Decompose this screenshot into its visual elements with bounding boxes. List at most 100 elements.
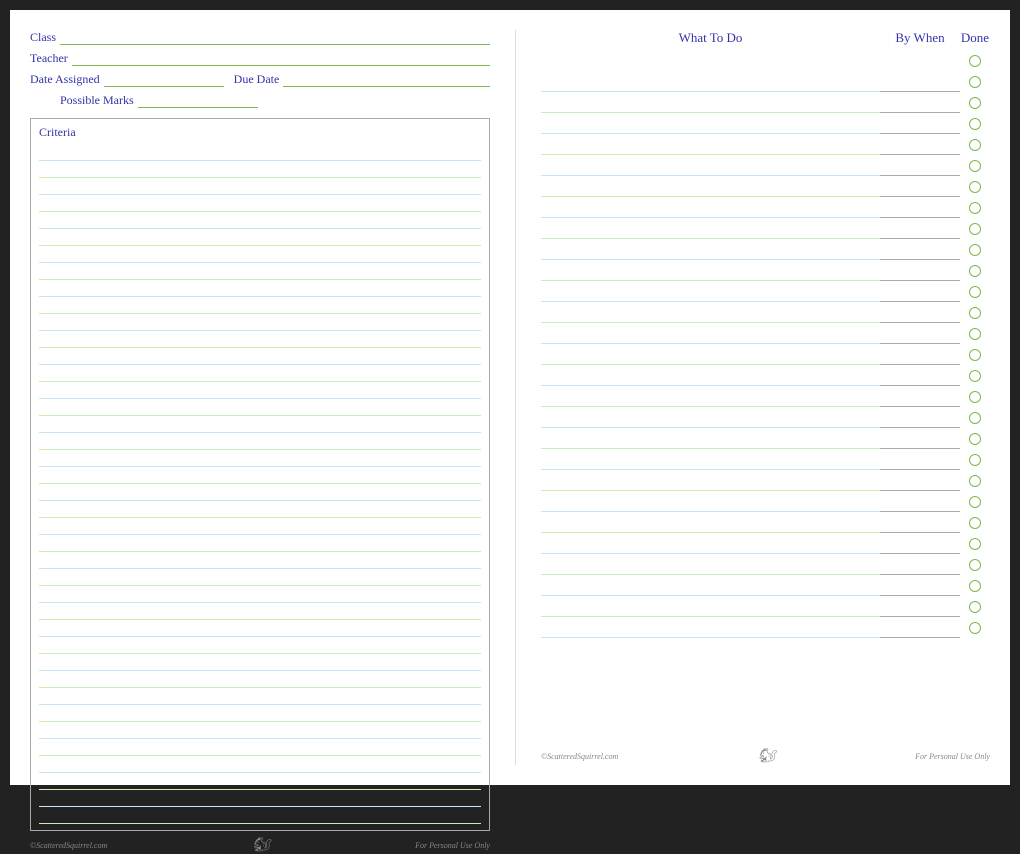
task-line-area (541, 407, 880, 428)
bywhen-line (880, 554, 960, 575)
bywhen-line (880, 323, 960, 344)
task-line-area (541, 323, 880, 344)
done-circle[interactable] (969, 181, 981, 193)
right-footer: ©ScatteredSquirrel.com 🐿 For Personal Us… (541, 748, 990, 765)
done-circle[interactable] (969, 349, 981, 361)
done-circle[interactable] (969, 265, 981, 277)
criteria-line-pair (39, 688, 481, 722)
done-circle[interactable] (969, 517, 981, 529)
criteria-line-pair (39, 212, 481, 246)
bywhen-line (880, 491, 960, 512)
bywhen-line (880, 197, 960, 218)
done-circle-cell (960, 344, 990, 365)
criteria-line-green (39, 399, 481, 416)
criteria-line-green (39, 603, 481, 620)
criteria-line-blue (39, 518, 481, 535)
date-row: Date Assigned Due Date (30, 72, 490, 87)
done-circle[interactable] (969, 286, 981, 298)
criteria-line-green (39, 467, 481, 484)
task-row (541, 470, 990, 491)
criteria-line-blue (39, 314, 481, 331)
criteria-line-blue (39, 178, 481, 195)
date-assigned-label: Date Assigned (30, 72, 100, 87)
done-circle[interactable] (969, 202, 981, 214)
criteria-line-pair (39, 382, 481, 416)
task-line-area (541, 92, 880, 113)
task-row (541, 134, 990, 155)
task-line-area (541, 617, 880, 638)
page-wrapper: Class Teacher Date Assigned Due Date Pos… (10, 10, 1010, 785)
done-circle-cell (960, 533, 990, 554)
criteria-label: Criteria (39, 125, 481, 140)
criteria-line-green (39, 331, 481, 348)
done-circle-cell (960, 155, 990, 176)
criteria-line-pair (39, 450, 481, 484)
task-row (541, 50, 990, 71)
criteria-line-blue (39, 212, 481, 229)
bywhen-line (880, 533, 960, 554)
criteria-line-green (39, 569, 481, 586)
task-line-area (541, 260, 880, 281)
done-circle[interactable] (969, 370, 981, 382)
done-circle[interactable] (969, 412, 981, 424)
task-row (541, 281, 990, 302)
done-circle[interactable] (969, 622, 981, 634)
left-footer-squirrel-icon: 🐿 (252, 837, 270, 854)
bywhen-line (880, 155, 960, 176)
task-line-area (541, 302, 880, 323)
criteria-line-pair (39, 348, 481, 382)
task-row (541, 617, 990, 638)
done-circle[interactable] (969, 454, 981, 466)
possible-marks-line (138, 94, 258, 108)
done-circle-cell (960, 113, 990, 134)
task-rows (541, 50, 990, 744)
left-footer-copyright: ©ScatteredSquirrel.com (30, 841, 107, 850)
done-circle[interactable] (969, 559, 981, 571)
done-circle[interactable] (969, 97, 981, 109)
criteria-lines (39, 144, 481, 824)
class-line (60, 31, 490, 45)
done-circle[interactable] (969, 433, 981, 445)
done-circle[interactable] (969, 139, 981, 151)
task-row (541, 512, 990, 533)
left-footer-personal: For Personal Use Only (415, 841, 490, 850)
done-circle[interactable] (969, 160, 981, 172)
done-circle[interactable] (969, 244, 981, 256)
done-circle[interactable] (969, 223, 981, 235)
criteria-line-pair (39, 246, 481, 280)
done-circle-cell (960, 428, 990, 449)
done-circle[interactable] (969, 538, 981, 550)
task-line-area (541, 449, 880, 470)
criteria-line-blue (39, 790, 481, 807)
done-circle[interactable] (969, 475, 981, 487)
criteria-line-blue (39, 450, 481, 467)
criteria-line-green (39, 671, 481, 688)
done-circle[interactable] (969, 601, 981, 613)
done-circle-cell (960, 218, 990, 239)
done-circle[interactable] (969, 76, 981, 88)
criteria-line-blue (39, 280, 481, 297)
criteria-line-pair (39, 314, 481, 348)
done-circle[interactable] (969, 307, 981, 319)
criteria-line-blue (39, 688, 481, 705)
done-circle[interactable] (969, 391, 981, 403)
criteria-line-green (39, 535, 481, 552)
done-circle-cell (960, 596, 990, 617)
done-circle[interactable] (969, 118, 981, 130)
criteria-line-pair (39, 654, 481, 688)
criteria-line-green (39, 773, 481, 790)
done-circle[interactable] (969, 328, 981, 340)
done-circle[interactable] (969, 580, 981, 592)
teacher-line (72, 52, 490, 66)
class-label: Class (30, 30, 56, 45)
right-panel: What To Do By When Done (541, 30, 990, 765)
task-row (541, 449, 990, 470)
done-circle[interactable] (969, 55, 981, 67)
criteria-line-pair (39, 552, 481, 586)
criteria-line-green (39, 365, 481, 382)
criteria-line-blue (39, 654, 481, 671)
task-line-area (541, 344, 880, 365)
done-circle[interactable] (969, 496, 981, 508)
done-circle-cell (960, 449, 990, 470)
done-circle-cell (960, 617, 990, 638)
